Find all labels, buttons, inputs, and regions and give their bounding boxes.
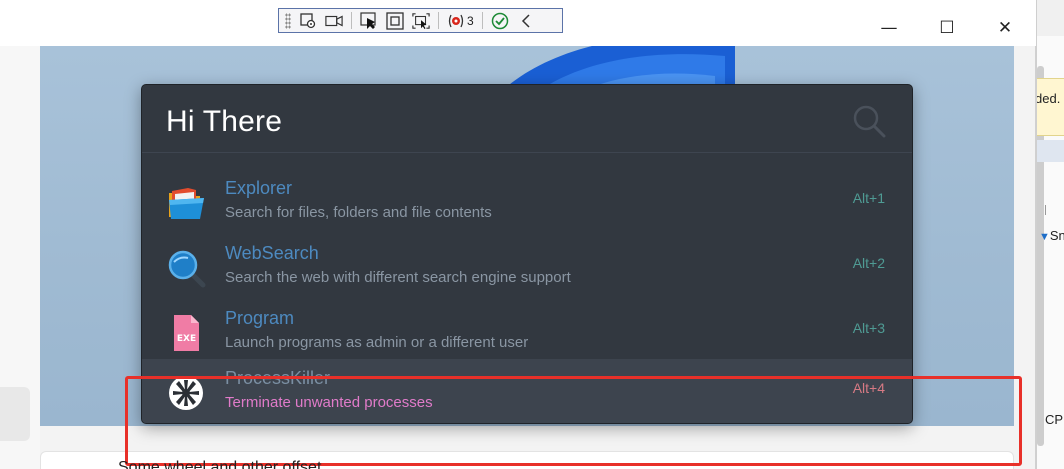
right-window-band — [1037, 140, 1064, 162]
dropdown-triangle-icon: ▼ — [1039, 231, 1050, 243]
search-bar[interactable]: Hi There — [142, 85, 912, 153]
right-window-dropdown[interactable]: ▼Sn — [1039, 228, 1064, 243]
host-left-card — [0, 387, 30, 441]
collapse-chevron-icon[interactable] — [517, 12, 535, 30]
toolbar-separator — [351, 12, 352, 29]
result-hotkey: Alt+2 — [852, 255, 885, 271]
gripper-icon[interactable] — [285, 12, 291, 29]
right-partial-window: ded. ▼Sn CPU — [1036, 0, 1064, 469]
result-title: Explorer — [225, 178, 293, 198]
annotation-highlight-box — [125, 376, 1022, 466]
right-window-cpu-label: CPU — [1045, 412, 1064, 427]
result-hotkey: Alt+1 — [852, 190, 885, 206]
right-window-ruler — [1045, 205, 1064, 215]
search-input[interactable]: Hi There — [166, 105, 282, 139]
host-bottom-text: Some wheel and other offset... — [118, 459, 335, 469]
magnifier-globe-icon — [168, 250, 206, 288]
right-window-text: ded. — [1036, 91, 1061, 106]
result-subtitle: Launch programs as admin or a different … — [225, 334, 529, 351]
record-video-icon[interactable] — [325, 12, 343, 30]
minimize-button[interactable]: — — [860, 10, 918, 46]
minimize-icon: — — [880, 18, 898, 38]
pointer-select-icon[interactable] — [360, 11, 378, 30]
close-window-button[interactable]: ✕ — [976, 10, 1034, 46]
result-item-websearch[interactable]: WebSearch Search the web with different … — [142, 234, 912, 299]
folder-icon — [169, 188, 204, 219]
result-hotkey: Alt+3 — [852, 320, 885, 336]
exe-label: EXE — [177, 334, 196, 344]
result-item-program[interactable]: EXE Program Launch programs as admin or … — [142, 299, 912, 364]
toolbar-separator — [438, 12, 439, 29]
checkmark-icon[interactable] — [491, 12, 509, 30]
result-item-explorer[interactable]: Explorer Search for files, folders and f… — [142, 169, 912, 234]
search-icon — [853, 105, 886, 138]
breakpoint-icon[interactable] — [447, 12, 465, 30]
result-subtitle: Search the web with different search eng… — [225, 269, 571, 286]
right-window-notification: ded. — [1037, 78, 1064, 136]
maximize-button[interactable]: ☐ — [918, 10, 976, 46]
region-select-icon[interactable] — [412, 12, 430, 30]
result-subtitle: Search for files, folders and file conte… — [225, 204, 492, 221]
debug-toolbar: 3 — [278, 8, 563, 33]
breakpoint-count: 3 — [467, 13, 474, 28]
result-title: Program — [225, 308, 295, 328]
exe-file-icon: EXE — [174, 315, 199, 351]
close-icon: ✕ — [997, 18, 1013, 38]
launcher-window: Hi There Explorer Search for files, fold… — [141, 84, 913, 424]
maximize-icon: ☐ — [939, 18, 955, 38]
select-element-icon[interactable] — [299, 12, 317, 30]
right-window-dropdown-label: Sn — [1049, 228, 1064, 243]
result-title: WebSearch — [225, 243, 319, 263]
window-select-icon[interactable] — [386, 11, 404, 30]
toolbar-separator — [481, 12, 483, 29]
